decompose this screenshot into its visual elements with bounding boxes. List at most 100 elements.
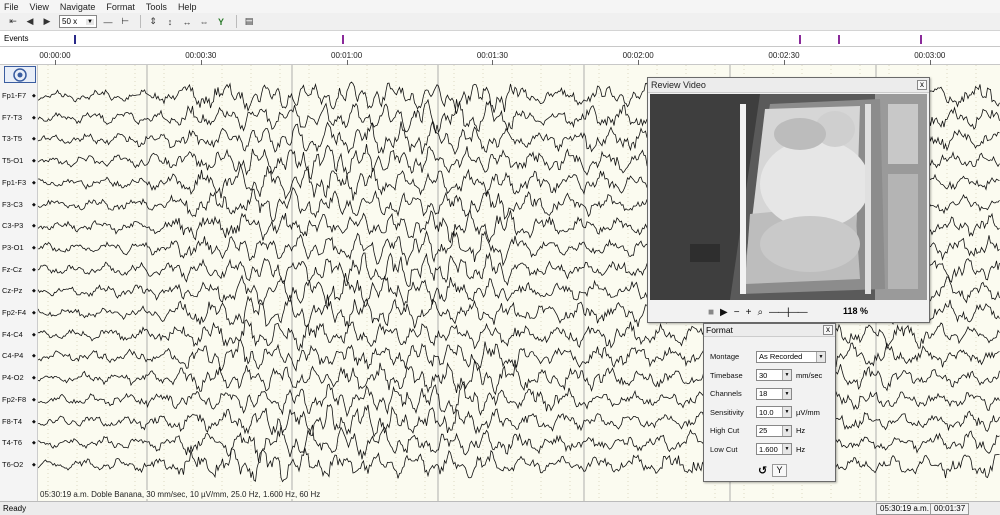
format-row-unit: mm/sec	[796, 370, 823, 380]
format-row-select[interactable]: 25 ▼	[756, 424, 792, 437]
time-tick-label: 00:01:30	[476, 51, 508, 60]
filter-icon[interactable]: Y	[214, 15, 228, 29]
event-mark[interactable]	[837, 35, 840, 44]
undo-icon[interactable]: ↺	[758, 464, 767, 477]
marker-tool-icon[interactable]: ⊢	[118, 15, 132, 29]
montage-button[interactable]	[4, 66, 36, 83]
events-label: Events	[4, 34, 29, 43]
prev-page-icon[interactable]: ◀	[23, 15, 37, 29]
stop-icon[interactable]: ■	[708, 307, 714, 318]
eeg-trace	[38, 448, 1000, 483]
eeg-trace	[38, 338, 1000, 372]
event-mark[interactable]	[798, 35, 801, 44]
channel-label[interactable]: P3-O1	[2, 243, 24, 252]
format-row-value: 25	[759, 426, 768, 435]
menu-navigate[interactable]: Navigate	[60, 2, 96, 12]
chevron-down-icon: ▼	[782, 370, 791, 380]
video-frame[interactable]	[650, 94, 927, 300]
format-row-select[interactable]: 30 ▼	[756, 369, 792, 381]
time-tick-label: 00:00:30	[185, 51, 217, 60]
channel-diamond-icon: ◆	[32, 461, 36, 468]
format-row-unit: Hz	[796, 444, 806, 454]
channel-label[interactable]: P4-O2	[2, 373, 24, 382]
menu-help[interactable]: Help	[178, 2, 197, 12]
channel-diamond-icon: ◆	[32, 158, 36, 165]
play-icon[interactable]: ▶	[720, 307, 728, 318]
zoom-out-icon[interactable]: −	[734, 307, 740, 318]
format-row-value: As Recorded	[759, 352, 803, 361]
format-row: Montage As Recorded ▼	[710, 350, 834, 363]
format-row-label: Montage	[710, 352, 740, 361]
filter-icon[interactable]: Y	[772, 464, 787, 477]
events-bar[interactable]: Events	[0, 31, 1000, 47]
time-tick-label: 00:02:00	[622, 51, 654, 60]
time-ruler[interactable]: 00:00:00 00:00:30 00:01:00 00:01:30 00:02:00…	[0, 47, 1000, 65]
vertical-compress-icon[interactable]: ⇕	[146, 15, 160, 29]
channel-label[interactable]: C4-P4	[2, 351, 23, 360]
channel-diamond-icon: ◆	[32, 136, 36, 143]
channel-diamond-icon: ◆	[32, 201, 36, 208]
channel-diamond-icon: ◆	[32, 244, 36, 251]
event-mark[interactable]	[920, 35, 923, 44]
channel-label[interactable]: F4-C4	[2, 330, 23, 339]
channel-label[interactable]: F7-T3	[2, 113, 22, 122]
eeg-trace	[38, 319, 1000, 352]
chevron-down-icon: ▼	[86, 18, 94, 25]
menu-view[interactable]: View	[30, 2, 49, 12]
event-mark[interactable]	[74, 35, 77, 44]
channel-label[interactable]: T6-O2	[2, 460, 23, 469]
review-video-window[interactable]: Review Video x ■ ▶ − + ⌕ ——|—— 118 %	[647, 77, 930, 323]
channel-diamond-icon: ◆	[32, 93, 36, 99]
horizontal-compress-icon[interactable]: ↔	[180, 15, 194, 29]
line-tool-icon[interactable]: —	[101, 15, 115, 29]
zoom-select[interactable]: 50 x ▼	[59, 15, 97, 28]
menu-file[interactable]: File	[4, 2, 19, 12]
channel-label[interactable]: Cz-Pz	[2, 286, 22, 295]
next-page-icon[interactable]: ▶	[40, 15, 54, 29]
format-row: Sensitivity 10.0 ▼ µV/mm	[710, 406, 834, 419]
channel-label[interactable]: T5-O1	[2, 156, 23, 165]
format-row-value: 1.600	[759, 444, 778, 454]
format-row-value: 10.0	[759, 407, 774, 417]
format-row-select[interactable]: 1.600 ▼	[756, 443, 792, 455]
channel-label[interactable]: Fp2-F8	[2, 395, 26, 404]
channel-labels: Fp1-F7 ◆ F7-T3 ◆ T3-T5 ◆ T5-O1 ◆ Fp1-F3 ◆ F3-C3 ◆ C3…	[0, 65, 38, 501]
event-mark[interactable]	[341, 35, 344, 44]
channel-label[interactable]: Fp1-F3	[2, 178, 26, 187]
channel-label[interactable]: Fp1-F7	[2, 91, 26, 100]
report-icon[interactable]: ▤	[242, 15, 256, 29]
channel-label[interactable]: T3-T5	[2, 134, 22, 143]
toolbar: ⇤ ◀ ▶ 50 x ▼ — ⊢ ⇕ ↕ ↔ ⇔ Y ▤	[0, 13, 1000, 31]
video-controls: ■ ▶ − + ⌕ ——|—— 118 %	[650, 303, 927, 321]
toolbar-divider	[236, 15, 237, 28]
format-row-select[interactable]: 10.0 ▼	[756, 406, 792, 418]
channel-label[interactable]: C3-P3	[2, 221, 23, 230]
format-panel[interactable]: Format x Montage As Recorded ▼ Timebase 30 ▼ m…	[703, 323, 836, 482]
menu-format[interactable]: Format	[106, 2, 135, 12]
channel-label[interactable]: F3-C3	[2, 200, 23, 209]
channel-label[interactable]: T4-T6	[2, 438, 22, 447]
channel-label[interactable]: F8-T4	[2, 417, 22, 426]
menu-tools[interactable]: Tools	[146, 2, 167, 12]
chevron-down-icon: ▼	[782, 407, 791, 417]
chevron-down-icon: ▼	[782, 388, 791, 399]
zoom-slider[interactable]: ——|——	[769, 307, 808, 318]
zoom-in-icon[interactable]: +	[746, 307, 752, 318]
channel-diamond-icon: ◆	[32, 418, 36, 425]
format-row-select[interactable]: As Recorded ▼	[756, 350, 826, 363]
channel-label[interactable]: Fp2-F4	[2, 308, 26, 317]
horizontal-expand-icon[interactable]: ⇔	[197, 15, 211, 29]
format-row-value: 30	[759, 370, 768, 380]
video-titlebar[interactable]: Review Video x	[648, 78, 929, 93]
format-row-select[interactable]: 18 ▼	[756, 387, 792, 400]
video-close-button[interactable]: x	[917, 80, 927, 90]
time-tick-label: 00:03:00	[914, 51, 946, 60]
format-close-button[interactable]: x	[823, 325, 833, 335]
video-zoom-level: 118 %	[843, 306, 869, 316]
channel-label[interactable]: Fz-Cz	[2, 265, 22, 274]
channel-diamond-icon: ◆	[32, 396, 36, 403]
first-page-icon[interactable]: ⇤	[6, 15, 20, 29]
format-titlebar[interactable]: Format x	[704, 324, 835, 337]
channel-diamond-icon: ◆	[32, 375, 36, 382]
vertical-expand-icon[interactable]: ↕	[163, 15, 177, 29]
